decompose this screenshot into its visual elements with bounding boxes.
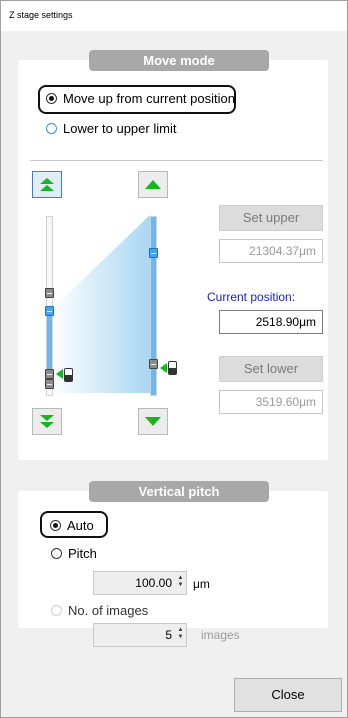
radio-lower-to-upper[interactable]: Lower to upper limit <box>46 121 176 136</box>
step-down-button[interactable] <box>138 408 168 435</box>
pitch-value: 100.00 <box>135 576 172 590</box>
pitch-unit: μm <box>193 577 210 591</box>
radio-no-of-images[interactable]: No. of images <box>51 603 148 618</box>
step-down-icon <box>145 417 161 426</box>
images-unit: images <box>201 628 240 642</box>
current-position-field[interactable]: 2518.90μm <box>219 310 323 334</box>
current-position-label: Current position: <box>207 290 296 304</box>
set-upper-button[interactable]: Set upper <box>219 205 323 231</box>
images-value: 5 <box>165 628 172 642</box>
objective-icon <box>64 368 73 382</box>
radio-move-up-indicator[interactable] <box>46 93 57 104</box>
upper-limit-field[interactable]: 21304.37μm <box>219 239 323 263</box>
window-title: Z stage settings <box>9 10 73 20</box>
radio-move-up-label: Move up from current position <box>63 91 235 106</box>
radio-pitch[interactable]: Pitch <box>51 546 97 561</box>
slider-handle-icon[interactable] <box>149 248 158 258</box>
radio-pitch-indicator[interactable] <box>51 548 62 559</box>
radio-no-of-images-label: No. of images <box>68 603 149 618</box>
lower-limit-field[interactable]: 3519.60μm <box>219 390 323 414</box>
radio-no-of-images-indicator[interactable] <box>51 605 62 616</box>
slider-handle-icon[interactable] <box>149 359 158 369</box>
spin-arrows-icon[interactable]: ▲ ▼ <box>177 627 184 641</box>
spin-arrows-icon[interactable]: ▲ ▼ <box>177 575 184 589</box>
radio-lower-to-upper-label: Lower to upper limit <box>63 121 177 136</box>
vertical-pitch-header: Vertical pitch <box>89 481 269 502</box>
focus-marker-icon <box>56 369 63 379</box>
pitch-spinbox[interactable]: 100.00 ▲ ▼ <box>93 571 187 595</box>
slider-handle-icon[interactable] <box>45 306 54 316</box>
radio-move-up[interactable]: Move up from current position <box>46 91 235 106</box>
step-up-button[interactable] <box>138 171 168 198</box>
move-top-icon <box>40 178 54 191</box>
radio-auto-label: Auto <box>67 518 94 533</box>
move-to-bottom-button[interactable] <box>32 408 62 435</box>
slider-handle-icon[interactable] <box>45 369 54 379</box>
set-lower-button[interactable]: Set lower <box>219 356 323 382</box>
radio-pitch-label: Pitch <box>68 546 97 561</box>
step-up-icon <box>145 180 161 189</box>
move-mode-divider <box>30 160 323 161</box>
range-wedge <box>50 215 150 393</box>
focus-marker-icon <box>160 363 167 373</box>
images-spinbox[interactable]: 5 ▲ ▼ <box>93 623 187 647</box>
objective-icon <box>168 361 177 375</box>
move-to-top-button[interactable] <box>32 171 62 198</box>
close-button[interactable]: Close <box>234 678 342 712</box>
slider-handle-icon[interactable] <box>45 379 54 389</box>
title-bar: Z stage settings <box>1 1 347 31</box>
radio-auto[interactable]: Auto <box>50 518 94 533</box>
move-mode-header: Move mode <box>89 50 269 71</box>
radio-auto-indicator[interactable] <box>50 520 61 531</box>
slider-handle-icon[interactable] <box>45 288 54 298</box>
move-bottom-icon <box>40 415 54 428</box>
radio-lower-to-upper-indicator[interactable] <box>46 123 57 134</box>
